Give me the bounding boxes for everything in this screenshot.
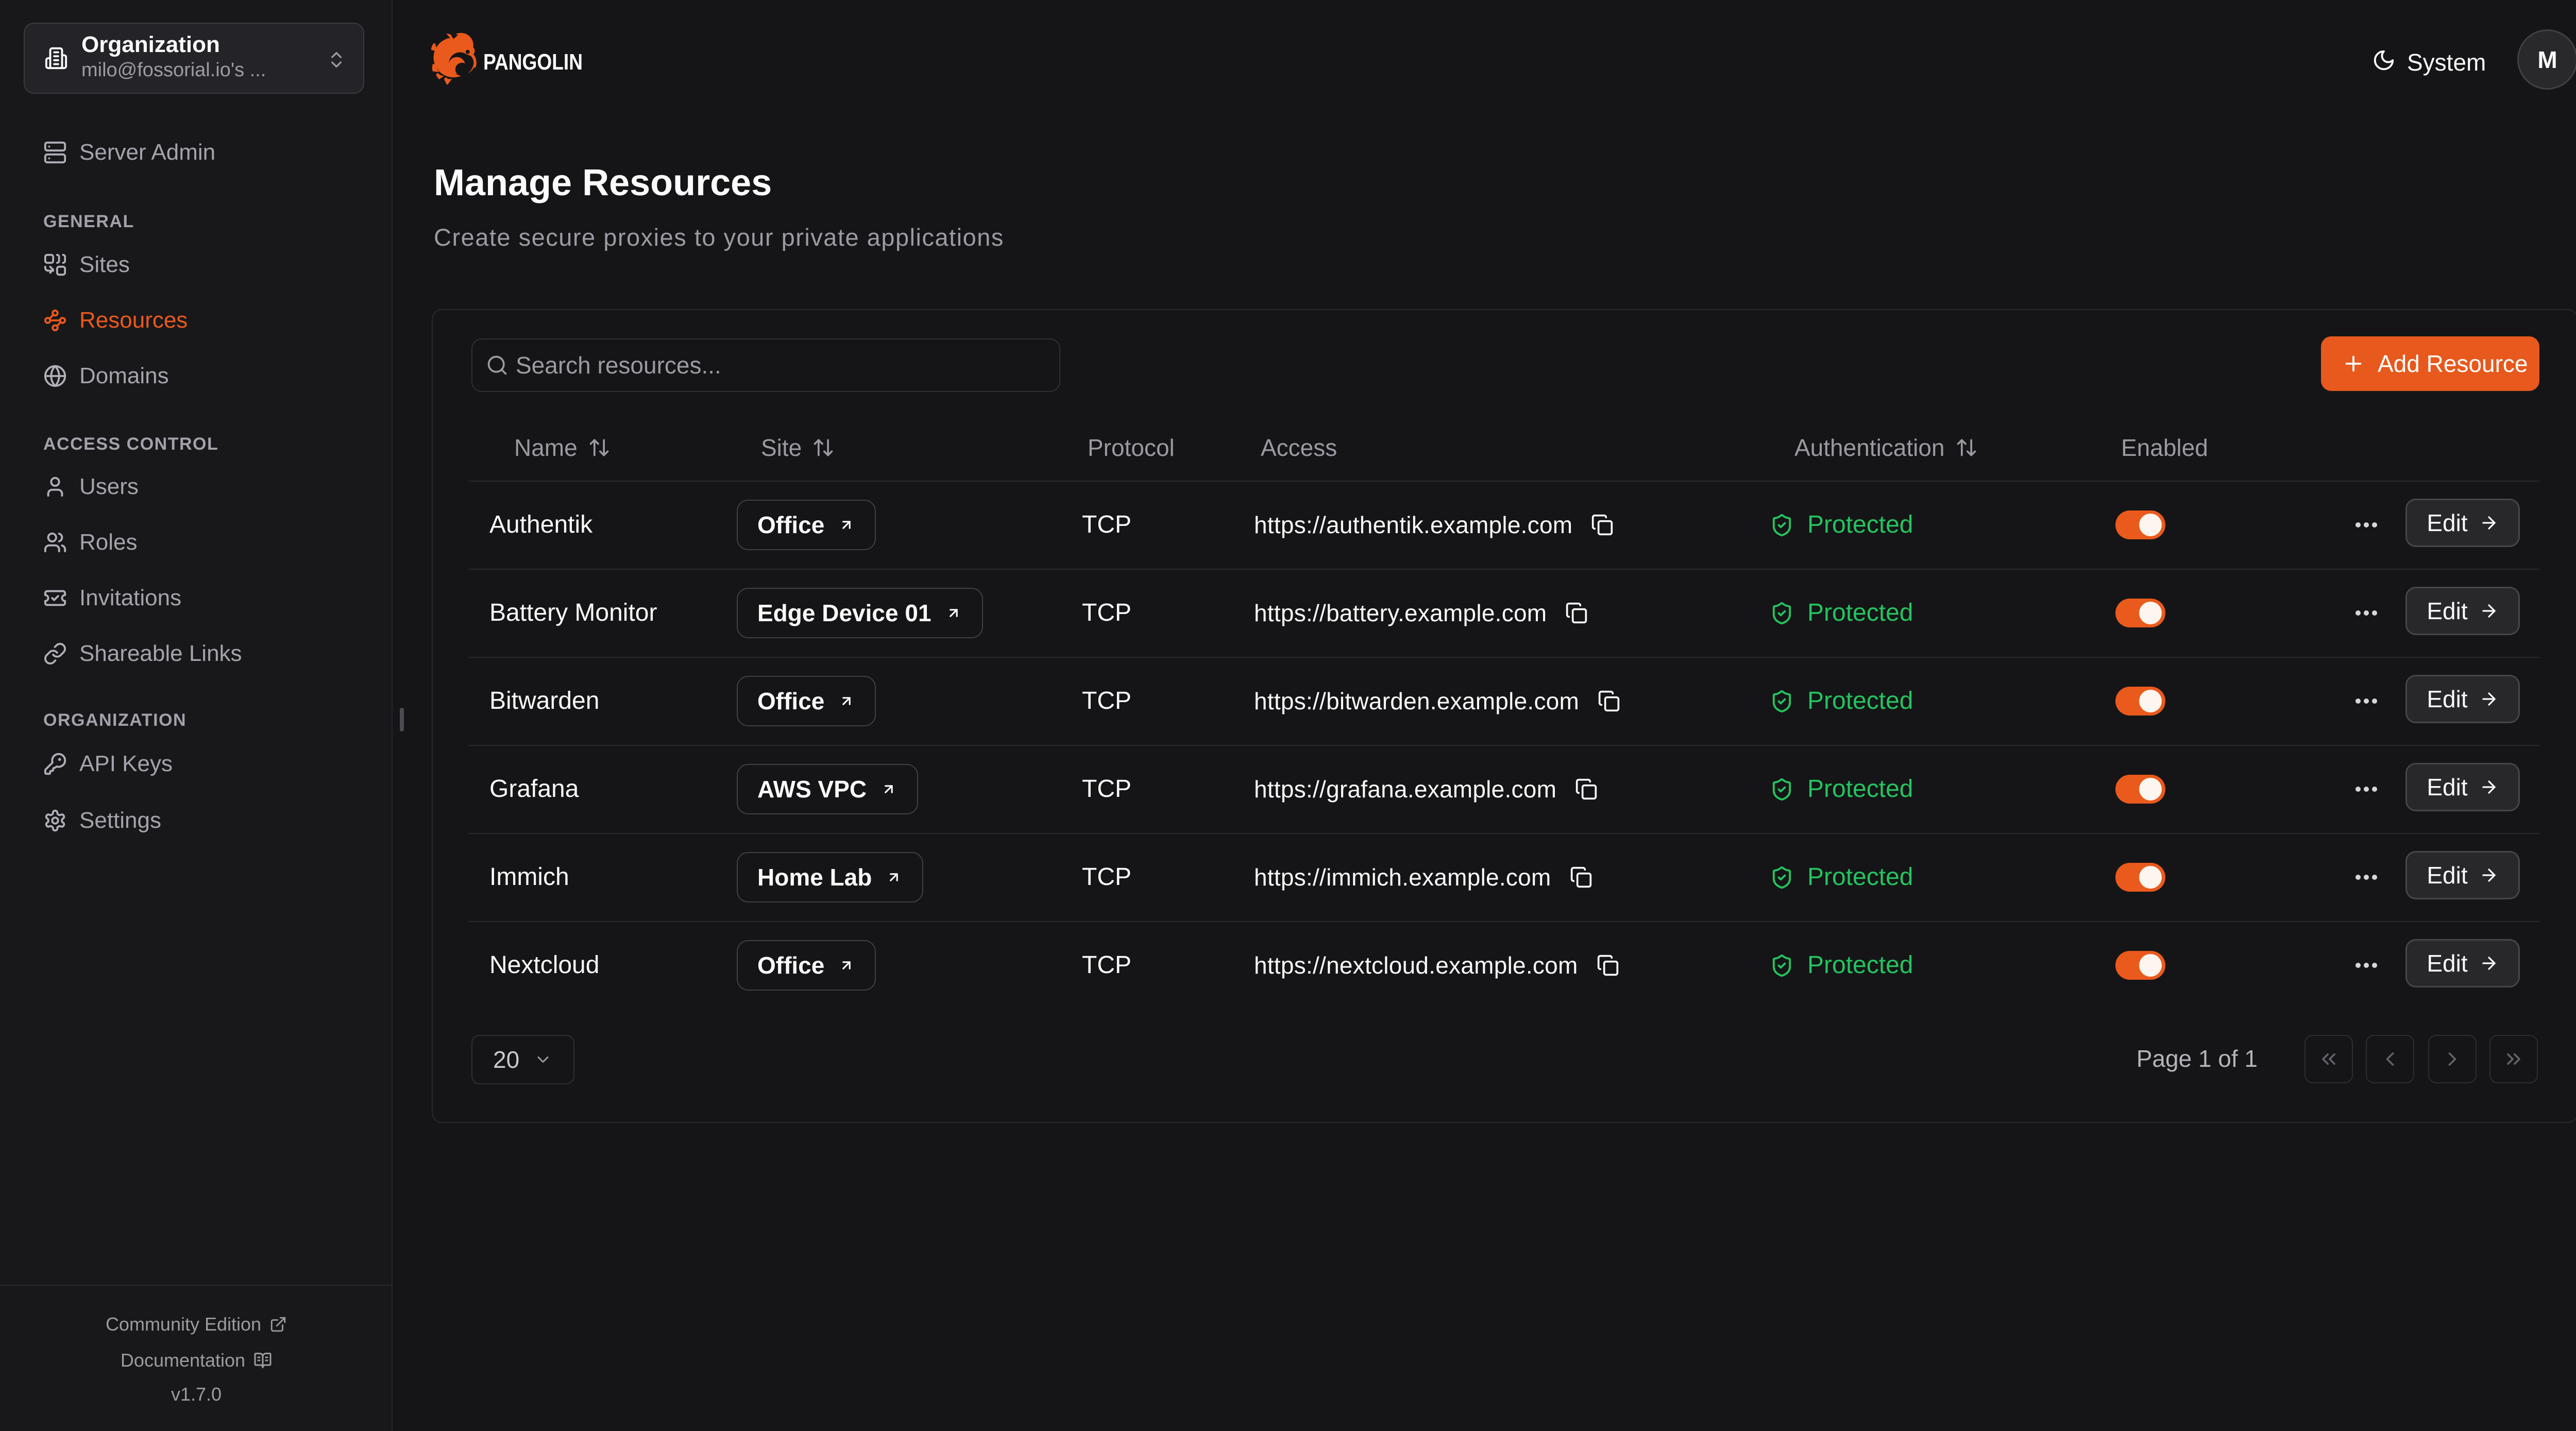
svg-text:PANGOLIN: PANGOLIN xyxy=(483,49,583,75)
